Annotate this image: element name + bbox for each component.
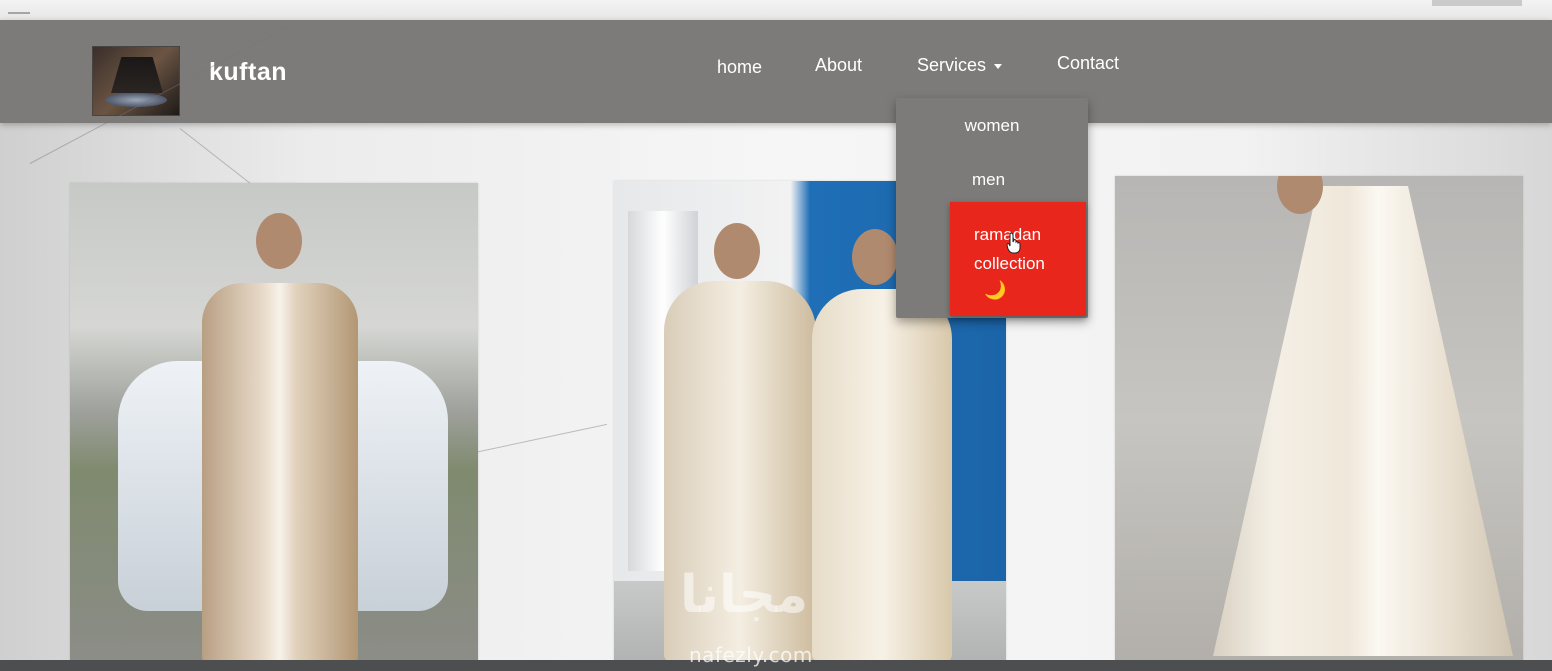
dropdown-item-women[interactable]: women xyxy=(896,116,1088,136)
dropdown-item-ramadan-collection[interactable]: ramadan collection 🌙 xyxy=(950,202,1086,316)
gallery-photo-3[interactable] xyxy=(1115,176,1523,663)
browser-controls-icon xyxy=(1432,0,1522,6)
gallery-photo-1[interactable] xyxy=(70,183,478,663)
hand-cursor-icon xyxy=(1006,232,1021,254)
browser-mark-icon xyxy=(8,2,30,14)
watermark-site: nafezly.com xyxy=(689,643,813,667)
suit-figure-right xyxy=(812,289,952,661)
nav-contact[interactable]: Contact xyxy=(1057,53,1119,74)
screen-crack xyxy=(469,423,608,454)
gallery: مجانا xyxy=(0,22,1552,663)
cape-outfit xyxy=(1213,186,1513,656)
nav-services[interactable]: Services xyxy=(917,55,1003,76)
nav-services-label: Services xyxy=(917,55,987,75)
caret-down-icon xyxy=(994,63,1003,69)
nav-about[interactable]: About xyxy=(815,55,862,76)
page: kuftan home About Services Contact مجانا… xyxy=(0,0,1552,671)
ramadan-collection-label: ramadan collection xyxy=(974,225,1045,273)
services-dropdown: women men ramadan collection 🌙 xyxy=(896,98,1088,318)
kaftan-figure xyxy=(202,283,358,663)
crescent-moon-icon: 🌙 xyxy=(984,280,1007,300)
browser-top-strip xyxy=(0,0,1552,20)
figure-head xyxy=(714,223,760,279)
nav-home[interactable]: home xyxy=(717,57,762,78)
dropdown-item-men[interactable]: men xyxy=(972,170,1005,190)
navbar: kuftan home About Services Contact xyxy=(0,20,1552,123)
figure-head xyxy=(852,229,898,285)
figure-head xyxy=(256,213,302,269)
watermark-arabic: مجانا xyxy=(680,565,809,625)
